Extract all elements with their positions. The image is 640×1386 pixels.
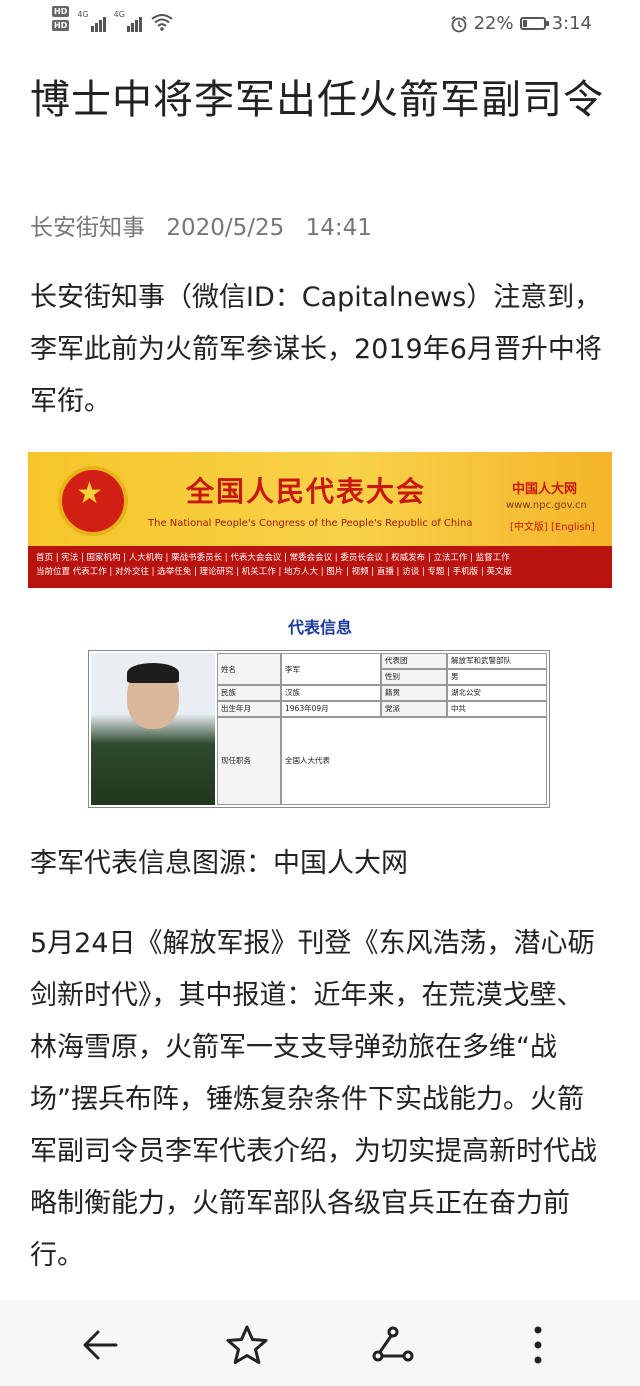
more-icon <box>534 1326 542 1364</box>
status-bar: HD HD 4G 4G 22% 3:14 <box>0 0 640 48</box>
npc-url: www.npc.gov.cn <box>506 500 587 511</box>
field-label-delegation: 代表团 <box>381 653 447 669</box>
field-label-name: 姓名 <box>217 653 281 685</box>
article-image[interactable]: 全国人民代表大会 The National People's Congress … <box>28 452 612 816</box>
field-position: 全国人大代表 <box>281 717 547 805</box>
battery-icon <box>519 17 549 30</box>
npc-nav: 首页 | 宪法 | 国家机构 | 人大机构 | 栗战书委员长 | 代表大会会议 … <box>28 546 612 588</box>
back-button[interactable] <box>76 1320 126 1370</box>
field-party: 中共 <box>447 701 547 717</box>
article-date: 2020/5/25 <box>166 215 285 241</box>
field-origin: 湖北公安 <box>447 685 547 701</box>
npc-site-name: 全国人民代表大会 <box>186 475 427 508</box>
field-label-origin: 籍贯 <box>381 685 447 701</box>
article-title: 博士中将李军出任火箭军副司令 <box>30 77 604 123</box>
field-label-gender: 性别 <box>381 669 447 685</box>
npc-banner: 全国人民代表大会 The National People's Congress … <box>28 452 612 546</box>
field-label-birth: 出生年月 <box>217 701 281 717</box>
field-label-party: 党派 <box>381 701 447 717</box>
npc-logo: 中国人大网 <box>512 482 578 497</box>
article-paragraph-2: 5月24日《解放军报》刊登《东风浩荡，潜心砺剑新时代》，其中报道：近年来，在荒漠… <box>30 928 597 1271</box>
representative-table: 姓名 李军 代表团 解放军和武警部队 性别 男 民族 汉族 籍贯 湖北公安 出生… <box>88 650 550 808</box>
image-caption: 李军代表信息图源：中国人大网 <box>30 848 408 879</box>
article-paragraph-1: 长安街知事（微信ID：Capitalnews）注意到，李军此前为火箭军参谋长，2… <box>30 282 602 417</box>
signal-icon-2: 4G <box>114 10 142 32</box>
share-icon <box>372 1326 414 1362</box>
article-source[interactable]: 长安街知事 <box>30 215 145 241</box>
field-name: 李军 <box>281 653 381 685</box>
alarm-icon <box>451 15 467 32</box>
network-type-1: 4G <box>77 10 89 19</box>
field-birth: 1963年09月 <box>281 701 381 717</box>
clock: 3:14 <box>551 13 592 34</box>
battery-percent: 22% <box>473 13 514 34</box>
star-icon <box>226 1325 268 1364</box>
field-label-ethnicity: 民族 <box>217 685 281 701</box>
npc-lang: [中文版] [English] <box>510 522 595 533</box>
article-meta: 长安街知事 2020/5/25 14:41 <box>30 208 386 242</box>
field-gender: 男 <box>447 669 547 685</box>
signal-icon-1: 4G <box>77 10 106 32</box>
back-arrow-icon <box>83 1330 118 1360</box>
share-button[interactable] <box>368 1320 418 1370</box>
hd-badge-2: HD <box>52 20 70 31</box>
network-type-2: 4G <box>113 10 125 19</box>
npc-nav-line-1: 首页 | 宪法 | 国家机构 | 人大机构 | 栗战书委员长 | 代表大会会议 … <box>36 553 510 563</box>
wifi-icon <box>151 14 173 31</box>
field-delegation: 解放军和武警部队 <box>447 653 547 669</box>
npc-section-title: 代表信息 <box>287 618 352 637</box>
field-ethnicity: 汉族 <box>281 685 381 701</box>
favorite-button[interactable] <box>222 1320 272 1370</box>
more-button[interactable] <box>516 1320 560 1370</box>
hd-badge-1: HD <box>52 6 70 17</box>
portrait-photo <box>91 653 215 805</box>
article-time: 14:41 <box>305 215 372 241</box>
npc-nav-line-2: 当前位置 代表工作 | 对外交往 | 选举任免 | 理论研究 | 机关工作 | … <box>36 567 512 577</box>
hd-indicator: HD HD <box>52 6 70 31</box>
bottom-toolbar <box>0 1300 640 1386</box>
national-emblem-icon <box>58 466 128 536</box>
npc-site-name-en: The National People's Congress of the Pe… <box>148 518 473 529</box>
field-label-position: 现任职务 <box>217 717 281 805</box>
